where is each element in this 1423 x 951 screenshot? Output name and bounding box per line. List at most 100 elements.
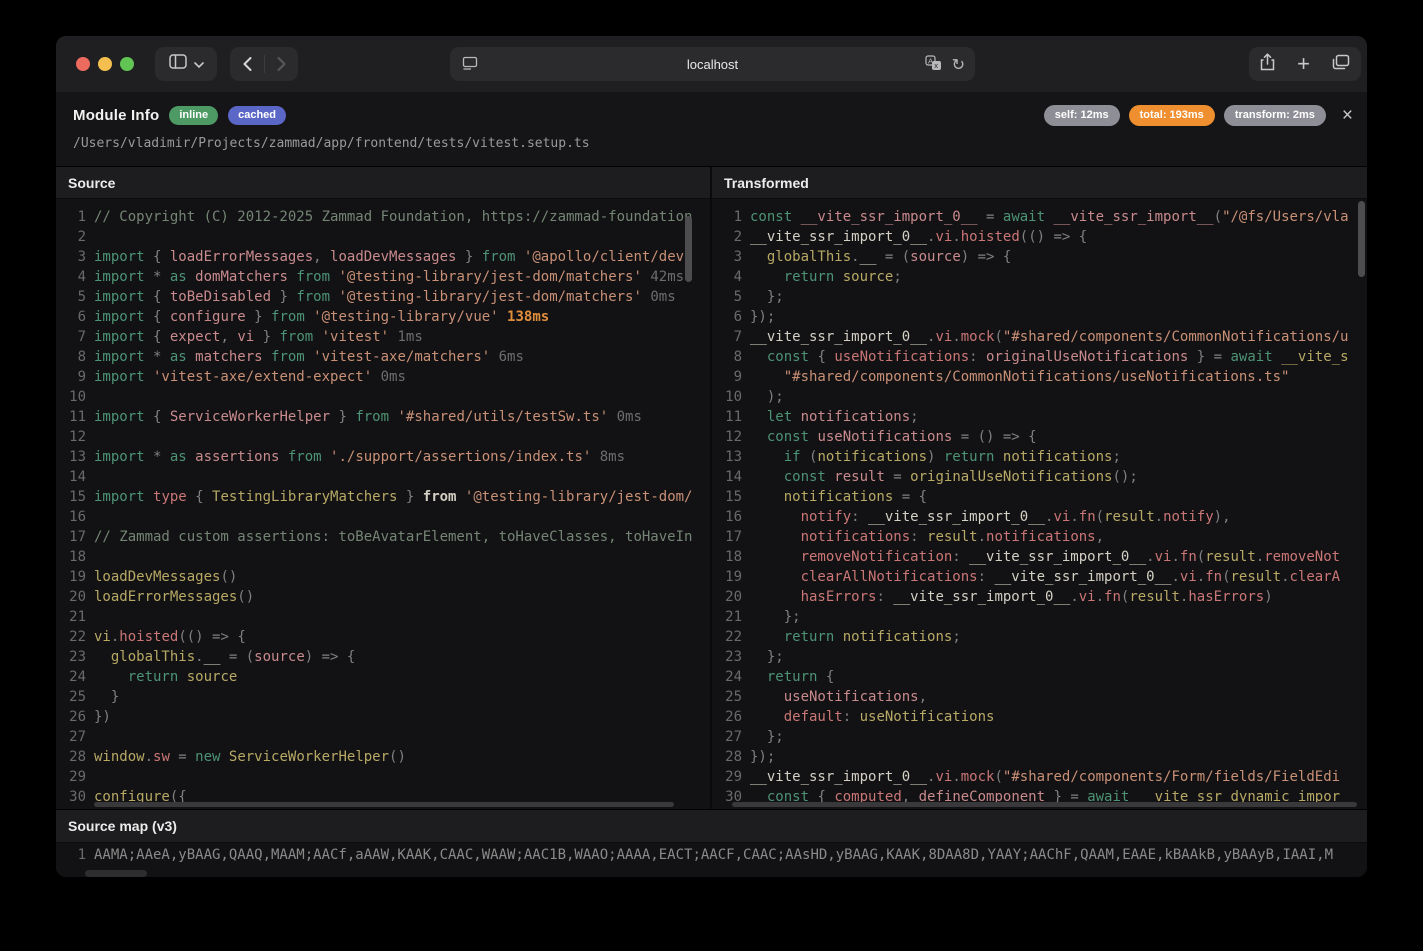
code-line: 14 bbox=[56, 467, 710, 487]
code-line: 6}); bbox=[712, 307, 1367, 327]
code-line: 19 clearAllNotifications: __vite_ssr_imp… bbox=[712, 567, 1367, 587]
code-line: 27 }; bbox=[712, 727, 1367, 747]
transformed-horizontal-scrollbar[interactable] bbox=[732, 802, 1357, 807]
code-line: 2 bbox=[56, 227, 710, 247]
sourcemap-section: Source map (v3) 1 AAMA;AAeA,yBAAG,QAAQ,MA… bbox=[56, 809, 1367, 877]
code-line: 20loadErrorMessages() bbox=[56, 587, 710, 607]
code-line: 26 default: useNotifications bbox=[712, 707, 1367, 727]
sourcemap-title: Source map (v3) bbox=[56, 810, 1367, 843]
inline-badge: inline bbox=[169, 106, 218, 125]
sourcemap-scroll-track bbox=[56, 868, 1367, 877]
code-line: 22vi.hoisted(() => { bbox=[56, 627, 710, 647]
code-line: 23 globalThis.__ = (source) => { bbox=[56, 647, 710, 667]
code-line: 28}); bbox=[712, 747, 1367, 767]
transformed-panel: Transformed 1const __vite_ssr_import_0__… bbox=[712, 167, 1367, 809]
code-line: 21 }; bbox=[712, 607, 1367, 627]
code-line: 5import { toBeDisabled } from '@testing-… bbox=[56, 287, 710, 307]
forward-button[interactable] bbox=[265, 47, 298, 81]
transformed-vertical-scrollbar[interactable] bbox=[1358, 201, 1365, 277]
code-line: 16 notify: __vite_ssr_import_0__.vi.fn(r… bbox=[712, 507, 1367, 527]
code-line: 17// Zammad custom assertions: toBeAvata… bbox=[56, 527, 710, 547]
code-line: 3 globalThis.__ = (source) => { bbox=[712, 247, 1367, 267]
source-panel-title: Source bbox=[56, 167, 710, 199]
sidebar-icon[interactable] bbox=[169, 54, 187, 74]
code-line: 12 const useNotifications = () => { bbox=[712, 427, 1367, 447]
code-line: 7__vite_ssr_import_0__.vi.mock("#shared/… bbox=[712, 327, 1367, 347]
code-line: 1const __vite_ssr_import_0__ = await __v… bbox=[712, 207, 1367, 227]
code-line: 18 bbox=[56, 547, 710, 567]
new-tab-icon[interactable]: + bbox=[1297, 53, 1310, 75]
module-file-path: /Users/vladimir/Projects/zammad/app/fron… bbox=[73, 136, 590, 151]
source-vertical-scrollbar[interactable] bbox=[685, 216, 692, 282]
code-line: 25 useNotifications, bbox=[712, 687, 1367, 707]
code-line: 11 let notifications; bbox=[712, 407, 1367, 427]
code-line: 23 }; bbox=[712, 647, 1367, 667]
page-icon[interactable] bbox=[462, 56, 478, 76]
self-time-badge: self: 12ms bbox=[1044, 105, 1120, 126]
code-line: 20 hasErrors: __vite_ssr_import_0__.vi.f… bbox=[712, 587, 1367, 607]
navigation-group bbox=[230, 47, 298, 81]
source-horizontal-scrollbar[interactable] bbox=[94, 802, 674, 807]
code-line: 3import { loadErrorMessages, loadDevMess… bbox=[56, 247, 710, 267]
minimize-window-button[interactable] bbox=[98, 57, 112, 71]
code-line: 7import { expect, vi } from 'vitest' 1ms bbox=[56, 327, 710, 347]
code-line: 12 bbox=[56, 427, 710, 447]
sourcemap-mappings: AAMA;AAeA,yBAAG,QAAQ,MAAM;AACf,aAAW,KAAK… bbox=[94, 847, 1333, 863]
share-icon[interactable] bbox=[1260, 53, 1275, 76]
code-line: 1// Copyright (C) 2012-2025 Zammad Found… bbox=[56, 207, 710, 227]
address-bar[interactable]: localhost Ax ↻ bbox=[450, 47, 975, 81]
close-window-button[interactable] bbox=[76, 57, 90, 71]
code-line: 4import * as domMatchers from '@testing-… bbox=[56, 267, 710, 287]
sourcemap-horizontal-scrollbar[interactable] bbox=[85, 870, 147, 877]
transformed-code-view[interactable]: 1const __vite_ssr_import_0__ = await __v… bbox=[712, 199, 1367, 809]
sidebar-toggle-group[interactable] bbox=[155, 47, 217, 81]
translate-icon[interactable]: Ax bbox=[925, 55, 942, 76]
code-line: 10 bbox=[56, 387, 710, 407]
sourcemap-line: 1 AAMA;AAeA,yBAAG,QAAQ,MAAM;AACf,aAAW,KAA… bbox=[56, 843, 1367, 868]
code-line: 14 const result = originalUseNotificatio… bbox=[712, 467, 1367, 487]
transform-time-badge: transform: 2ms bbox=[1224, 105, 1326, 126]
code-line: 24 return source bbox=[56, 667, 710, 687]
code-line: 29 bbox=[56, 767, 710, 787]
url-text[interactable]: localhost bbox=[687, 57, 738, 72]
code-line: 13import * as assertions from './support… bbox=[56, 447, 710, 467]
source-panel: Source 1// Copyright (C) 2012-2025 Zamma… bbox=[56, 167, 712, 809]
code-line: 10 ); bbox=[712, 387, 1367, 407]
close-icon[interactable]: × bbox=[1342, 109, 1353, 123]
total-time-badge: total: 193ms bbox=[1129, 105, 1215, 126]
cached-badge: cached bbox=[228, 106, 286, 125]
code-line: 21 bbox=[56, 607, 710, 627]
code-line: 8import * as matchers from 'vitest-axe/m… bbox=[56, 347, 710, 367]
code-line: 13 if (notifications) return notificatio… bbox=[712, 447, 1367, 467]
chevron-down-icon[interactable] bbox=[194, 55, 204, 73]
code-line: 15import type { TestingLibraryMatchers }… bbox=[56, 487, 710, 507]
tab-overview-icon[interactable] bbox=[1332, 54, 1350, 75]
code-line: 17 notifications: result.notifications, bbox=[712, 527, 1367, 547]
code-line: 11import { ServiceWorkerHelper } from '#… bbox=[56, 407, 710, 427]
code-line: 5 }; bbox=[712, 287, 1367, 307]
module-info-header: Module Info inline cached self: 12ms tot… bbox=[56, 92, 1367, 166]
sourcemap-line-number: 1 bbox=[56, 843, 86, 868]
svg-text:x: x bbox=[934, 61, 938, 70]
zoom-window-button[interactable] bbox=[120, 57, 134, 71]
back-button[interactable] bbox=[231, 47, 264, 81]
code-line: 29__vite_ssr_import_0__.vi.mock("#shared… bbox=[712, 767, 1367, 787]
code-line: 26}) bbox=[56, 707, 710, 727]
browser-window: localhost Ax ↻ + Module Info inline cach… bbox=[56, 36, 1367, 877]
code-line: 4 return source; bbox=[712, 267, 1367, 287]
reload-icon[interactable]: ↻ bbox=[952, 58, 965, 74]
code-line: 9import 'vitest-axe/extend-expect' 0ms bbox=[56, 367, 710, 387]
toolbar-actions-group: + bbox=[1249, 47, 1361, 81]
code-line: 8 const { useNotifications: originalUseN… bbox=[712, 347, 1367, 367]
browser-toolbar: localhost Ax ↻ + bbox=[56, 36, 1367, 92]
page-title: Module Info bbox=[73, 107, 159, 124]
code-line: 6import { configure } from '@testing-lib… bbox=[56, 307, 710, 327]
code-line: 9 "#shared/components/CommonNotification… bbox=[712, 367, 1367, 387]
code-line: 24 return { bbox=[712, 667, 1367, 687]
source-code-view[interactable]: 1// Copyright (C) 2012-2025 Zammad Found… bbox=[56, 199, 710, 809]
code-line: 22 return notifications; bbox=[712, 627, 1367, 647]
code-panels: Source 1// Copyright (C) 2012-2025 Zamma… bbox=[56, 166, 1367, 809]
code-line: 2__vite_ssr_import_0__.vi.hoisted(() => … bbox=[712, 227, 1367, 247]
code-line: 25 } bbox=[56, 687, 710, 707]
code-line: 18 removeNotification: __vite_ssr_import… bbox=[712, 547, 1367, 567]
